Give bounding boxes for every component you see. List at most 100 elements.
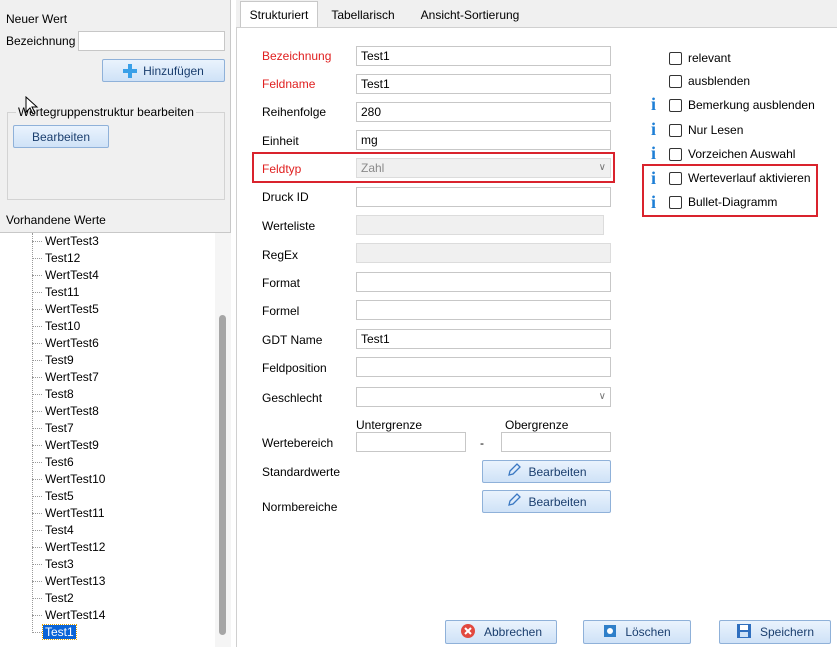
tree-item-label: WertTest8 <box>45 404 99 418</box>
tree-item[interactable]: Test4 <box>0 522 215 539</box>
new-value-name-input[interactable] <box>78 31 225 51</box>
edit-group-structure-button[interactable]: Bearbeiten <box>13 125 109 148</box>
tree-item-label: WertTest3 <box>45 234 99 248</box>
cancel-button-label: Abbrechen <box>483 625 543 639</box>
druckid-input[interactable] <box>356 187 611 207</box>
tree-item-label: Test3 <box>45 557 74 571</box>
info-icon[interactable]: i <box>651 120 656 138</box>
tree-branch-line <box>32 530 42 531</box>
cancel-button[interactable]: Abbrechen <box>445 620 557 644</box>
bullet-diagramm-checkbox[interactable]: Bullet-Diagramm <box>669 194 777 210</box>
tree-item[interactable]: Test2 <box>0 590 215 607</box>
tree-scrollbar-thumb[interactable] <box>219 315 226 635</box>
save-button[interactable]: Speichern <box>719 620 831 644</box>
info-icon[interactable]: i <box>651 193 656 211</box>
tree-item[interactable]: Test8 <box>0 386 215 403</box>
tree-branch-line <box>32 360 42 361</box>
tree-item[interactable]: Test1 <box>0 624 215 641</box>
standardwerte-edit-button[interactable]: Bearbeiten <box>482 460 611 483</box>
nur-lesen-checkbox[interactable]: Nur Lesen <box>669 122 743 138</box>
einheit-input[interactable]: mg <box>356 130 611 150</box>
ausblenden-checkbox[interactable]: ausblenden <box>669 73 750 89</box>
tree-item[interactable]: Test5 <box>0 488 215 505</box>
tree-branch-line <box>32 632 42 633</box>
tree-item[interactable]: Test11 <box>0 284 215 301</box>
bezeichnung-input[interactable]: Test1 <box>356 46 611 66</box>
tree-item[interactable]: WertTest13 <box>0 573 215 590</box>
tree-item[interactable]: WertTest8 <box>0 403 215 420</box>
relevant-checkbox[interactable]: relevant <box>669 50 731 66</box>
formel-input[interactable] <box>356 300 611 320</box>
values-tree[interactable]: WertTest3 Test12 WertTest4 Test11 WertTest5 T… <box>0 232 231 647</box>
geschlecht-label: Geschlecht <box>262 391 323 405</box>
untergrenze-input[interactable] <box>356 432 466 452</box>
tree-item[interactable]: WertTest6 <box>0 335 215 352</box>
tree-item[interactable]: WertTest9 <box>0 437 215 454</box>
new-value-heading: Neuer Wert <box>6 12 68 26</box>
tree-item[interactable]: Test9 <box>0 352 215 369</box>
nur-lesen-label: Nur Lesen <box>688 123 744 137</box>
relevant-label: relevant <box>688 51 731 65</box>
ausblenden-label: ausblenden <box>688 74 751 88</box>
tree-item[interactable]: WertTest14 <box>0 607 215 624</box>
delete-button[interactable]: Löschen <box>583 620 691 644</box>
feldname-input[interactable]: Test1 <box>356 74 611 94</box>
vorzeichen-auswahl-checkbox[interactable]: Vorzeichen Auswahl <box>669 146 795 162</box>
bemerkung-ausblenden-label: Bemerkung ausblenden <box>688 98 815 112</box>
tree-branch-line <box>32 513 42 514</box>
tree-item-label: WertTest10 <box>45 472 106 486</box>
tree-item-label: WertTest5 <box>45 302 99 316</box>
obergrenze-input[interactable] <box>501 432 611 452</box>
tree-item[interactable]: WertTest7 <box>0 369 215 386</box>
chevron-down-icon: ∨ <box>598 391 606 402</box>
bullet-diagramm-label: Bullet-Diagramm <box>688 195 778 209</box>
feldtyp-value: Zahl <box>361 161 385 175</box>
tree-branch-line <box>32 496 42 497</box>
tree-item[interactable]: Test10 <box>0 318 215 335</box>
tree-item-label: WertTest14 <box>45 608 106 622</box>
tree-item[interactable]: WertTest5 <box>0 301 215 318</box>
tree-branch-line <box>32 377 42 378</box>
tree-branch-line <box>32 258 42 259</box>
tab-tabellarisch[interactable]: Tabellarisch <box>324 3 402 27</box>
tree-item[interactable]: Test7 <box>0 420 215 437</box>
tree-item[interactable]: Test3 <box>0 556 215 573</box>
reihenfolge-input[interactable]: 280 <box>356 102 611 122</box>
geschlecht-select[interactable]: ∨ <box>356 387 611 407</box>
info-icon[interactable]: i <box>651 144 656 162</box>
werteverlauf-checkbox[interactable]: Werteverlauf aktivieren <box>669 170 811 186</box>
tree-branch-line <box>32 275 42 276</box>
tree-branch-line <box>32 309 42 310</box>
einheit-label: Einheit <box>262 134 299 148</box>
info-icon[interactable]: i <box>651 169 656 187</box>
form-panel: Bezeichnung Test1 Feldname Test1 Reihenf… <box>236 27 837 647</box>
regex-input <box>356 243 611 263</box>
gdt-name-input[interactable]: Test1 <box>356 329 611 349</box>
tree-item[interactable]: WertTest12 <box>0 539 215 556</box>
tab-strukturiert[interactable]: Strukturiert <box>240 1 318 28</box>
tree-branch-line <box>32 445 42 446</box>
tree-item-label: Test9 <box>45 353 74 367</box>
tree-item-label: Test12 <box>45 251 81 265</box>
tree-item[interactable]: WertTest3 <box>0 233 215 250</box>
pencil-icon <box>506 462 522 481</box>
tree-item[interactable]: WertTest4 <box>0 267 215 284</box>
name-label: Bezeichnung <box>6 34 76 48</box>
format-input[interactable] <box>356 272 611 292</box>
tree-item[interactable]: Test6 <box>0 454 215 471</box>
tree-item-label: Test11 <box>45 285 80 299</box>
add-button[interactable]: Hinzufügen <box>102 59 225 82</box>
tree-branch-line <box>32 411 42 412</box>
tree-item-label: WertTest7 <box>45 370 99 384</box>
tree-item[interactable]: WertTest11 <box>0 505 215 522</box>
info-icon[interactable]: i <box>651 95 656 113</box>
feldposition-input[interactable] <box>356 357 611 377</box>
edit-group-structure-label: Bearbeiten <box>31 129 91 144</box>
normbereiche-edit-button[interactable]: Bearbeiten <box>482 490 611 513</box>
feldtyp-select[interactable]: Zahl ∨ <box>356 158 611 178</box>
bemerkung-ausblenden-checkbox[interactable]: Bemerkung ausblenden <box>669 97 815 113</box>
tab-ansicht-sortierung[interactable]: Ansicht-Sortierung <box>411 3 529 27</box>
tree-item[interactable]: Test12 <box>0 250 215 267</box>
tree-item[interactable]: WertTest10 <box>0 471 215 488</box>
tree-scrollbar[interactable] <box>215 233 231 647</box>
